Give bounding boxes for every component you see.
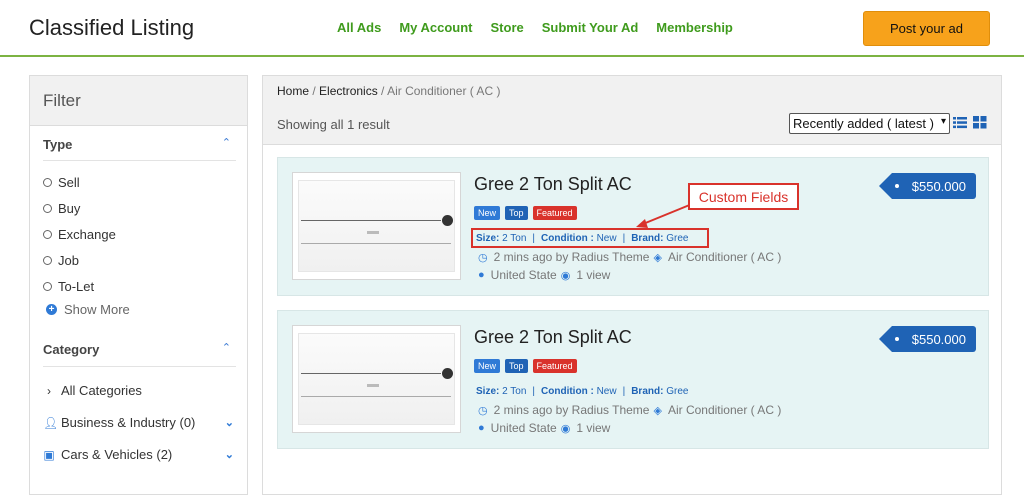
- price-tag: $550.000: [879, 326, 976, 352]
- custom-fields-callout: Custom Fields: [688, 183, 799, 210]
- nav-all-ads[interactable]: All Ads: [337, 20, 381, 35]
- chevron-right-icon: ›: [47, 383, 51, 398]
- nav-submit-your-ad[interactable]: Submit Your Ad: [542, 20, 639, 35]
- chevron-down-icon[interactable]: ⌄: [225, 448, 234, 461]
- breadcrumb: Home / Electronics / Air Conditioner ( A…: [277, 84, 501, 98]
- list-view-icon[interactable]: [953, 116, 967, 129]
- badge-featured: Featured: [532, 359, 577, 373]
- badge-new: New: [474, 359, 501, 373]
- filter-sidebar: Filter Type ⌃ Sell Buy Exchange Job To-L…: [29, 75, 248, 495]
- nav-store[interactable]: Store: [491, 20, 524, 35]
- badge-featured: Featured: [532, 206, 577, 220]
- type-option-to-let[interactable]: To-Let: [43, 279, 94, 294]
- radio-icon[interactable]: [43, 230, 52, 239]
- listing-title[interactable]: Gree 2 Ton Split AC: [474, 174, 632, 195]
- type-collapse-caret-icon[interactable]: ⌃: [222, 136, 231, 149]
- listing-meta-location: ● United State ◉ 1 view: [478, 268, 611, 282]
- post-your-ad-button[interactable]: Post your ad: [863, 11, 990, 46]
- category-collapse-caret-icon[interactable]: ⌃: [222, 341, 231, 354]
- badge-top: Top: [505, 206, 528, 220]
- type-option-sell[interactable]: Sell: [43, 175, 80, 190]
- listing-thumbnail[interactable]: [292, 325, 461, 433]
- type-option-exchange[interactable]: Exchange: [43, 227, 116, 242]
- listing-meta-location: ● United State ◉ 1 view: [478, 421, 611, 435]
- grid-view-icon[interactable]: [973, 116, 987, 129]
- custom-fields-highlight-box: [471, 228, 709, 248]
- category-cars-vehicles[interactable]: ▣ Cars & Vehicles (2) ⌄: [43, 447, 236, 462]
- nav-membership[interactable]: Membership: [656, 20, 733, 35]
- location-pin-icon: ●: [478, 269, 485, 281]
- breadcrumb-home[interactable]: Home: [277, 84, 309, 98]
- radio-icon[interactable]: [43, 204, 52, 213]
- eye-icon: ◉: [560, 269, 571, 282]
- listing-card[interactable]: Gree 2 Ton Split AC New Top Featured Siz…: [277, 310, 989, 449]
- chevron-down-icon: ▾: [940, 116, 946, 127]
- result-count: Showing all 1 result: [277, 117, 390, 132]
- clock-icon: ◷: [478, 251, 488, 264]
- breadcrumb-electronics[interactable]: Electronics: [319, 84, 378, 98]
- main-nav: All Ads My Account Store Submit Your Ad …: [337, 20, 733, 35]
- divider: [43, 366, 236, 367]
- filter-title: Filter: [30, 76, 247, 126]
- radio-icon[interactable]: [43, 282, 52, 291]
- divider: [43, 160, 236, 161]
- listing-card[interactable]: Gree 2 Ton Split AC New Top Featured Siz…: [277, 157, 989, 296]
- radio-icon[interactable]: [43, 256, 52, 265]
- type-option-buy[interactable]: Buy: [43, 201, 80, 216]
- listing-toolbar: Home / Electronics / Air Conditioner ( A…: [263, 76, 1001, 145]
- custom-fields: Size: 2 Ton | Condition : New | Brand: Gre…: [476, 386, 689, 397]
- badge-new: New: [474, 206, 501, 220]
- price-tag: $550.000: [879, 173, 976, 199]
- tag-icon: ◈: [653, 251, 662, 264]
- location-pin-icon: ●: [478, 422, 485, 434]
- type-section-title[interactable]: Type: [43, 137, 72, 152]
- radio-icon[interactable]: [43, 178, 52, 187]
- plus-circle-icon: +: [46, 304, 57, 315]
- listing-title[interactable]: Gree 2 Ton Split AC: [474, 327, 632, 348]
- breadcrumb-current: Air Conditioner ( AC ): [387, 84, 501, 98]
- badge-top: Top: [505, 359, 528, 373]
- person-icon: 👤︎: [43, 415, 59, 430]
- car-icon: ▣: [43, 447, 55, 462]
- clock-icon: ◷: [478, 404, 488, 417]
- listing-category-link[interactable]: Air Conditioner ( AC ): [668, 250, 781, 264]
- top-header: Classified Listing All Ads My Account St…: [0, 0, 1024, 57]
- category-all[interactable]: › All Categories: [43, 383, 236, 398]
- category-business-industry[interactable]: 👤︎ Business & Industry (0) ⌄: [43, 415, 236, 430]
- air-conditioner-image: [298, 180, 455, 272]
- listing-thumbnail[interactable]: [292, 172, 461, 280]
- nav-my-account[interactable]: My Account: [399, 20, 472, 35]
- listing-meta-posted: ◷ 2 mins ago by Radius Theme ◈ Air Conditi…: [478, 250, 782, 264]
- type-option-job[interactable]: Job: [43, 253, 79, 268]
- category-section-title[interactable]: Category: [43, 342, 99, 357]
- eye-icon: ◉: [560, 422, 571, 435]
- listing-panel: Home / Electronics / Air Conditioner ( A…: [262, 75, 1002, 495]
- air-conditioner-image: [298, 333, 455, 425]
- listing-meta-posted: ◷ 2 mins ago by Radius Theme ◈ Air Conditi…: [478, 403, 782, 417]
- listing-category-link[interactable]: Air Conditioner ( AC ): [668, 403, 781, 417]
- sort-select[interactable]: Recently added ( latest ) ▾: [789, 113, 950, 134]
- tag-icon: ◈: [653, 404, 662, 417]
- listing-badges: New Top Featured: [474, 206, 577, 220]
- listing-badges: New Top Featured: [474, 359, 577, 373]
- site-brand[interactable]: Classified Listing: [29, 15, 194, 41]
- chevron-down-icon[interactable]: ⌄: [225, 416, 234, 429]
- show-more-link[interactable]: + Show More: [46, 302, 130, 317]
